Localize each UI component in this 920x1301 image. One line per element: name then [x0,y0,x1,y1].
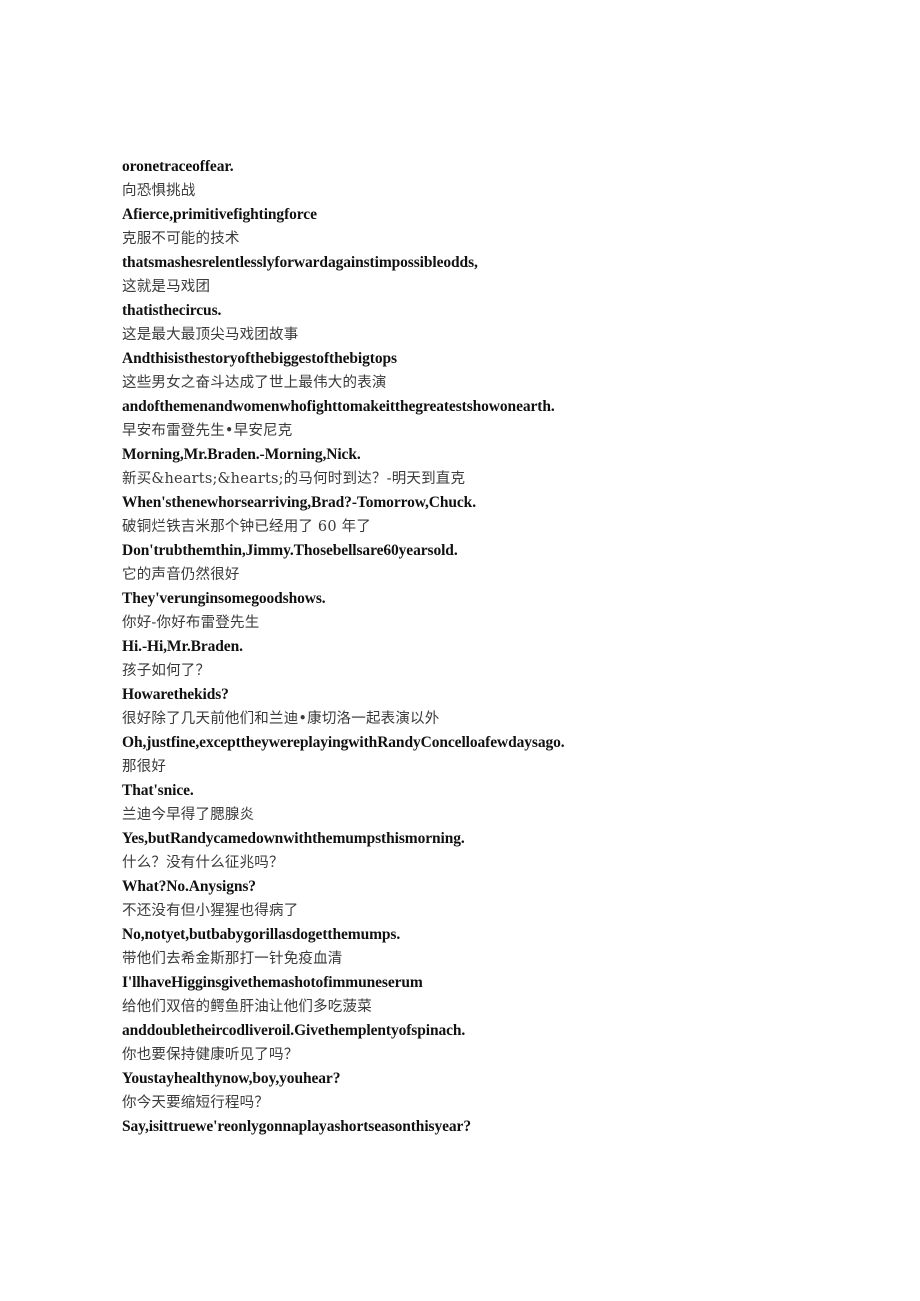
subtitle-line-chinese: 很好除了几天前他们和兰迪•康切洛一起表演以外 [122,711,440,727]
subtitle-line-english: What?No.Anysigns? [122,878,256,895]
subtitle-transcript: oronetraceoffear. 向恐惧挑战 Afierce,primitivef… [122,155,822,1139]
subtitle-line-chinese: 向恐惧挑战 [122,183,196,199]
subtitle-line-english: They'verunginsomegoodshows. [122,590,326,607]
subtitle-line-english: Howarethekids? [122,686,229,703]
subtitle-line-chinese: 克服不可能的技术 [122,231,240,247]
subtitle-line-chinese: 这就是马戏团 [122,279,211,295]
subtitle-line-chinese: 早安布雷登先生•早安尼克 [122,423,293,439]
subtitle-line-english: oronetraceoffear. [122,158,234,175]
subtitle-line-english: Afierce,primitivefightingforce [122,206,317,223]
subtitle-line-chinese: 不还没有但小猩猩也得病了 [122,903,299,919]
subtitle-line-english: Oh,justfine,excepttheywereplayingwithRan… [122,734,565,751]
subtitle-line-chinese: 这些男女之奋斗达成了世上最伟大的表演 [122,375,387,391]
subtitle-line-english: Hi.-Hi,Mr.Braden. [122,638,243,655]
subtitle-line-english: Andthisisthestoryofthebiggestofthebigtop… [122,350,397,367]
subtitle-line-chinese: 它的声音仍然很好 [122,567,240,583]
document-page: oronetraceoffear. 向恐惧挑战 Afierce,primitivef… [0,0,920,1301]
subtitle-line-chinese: 你今天要缩短行程吗？ [122,1095,269,1111]
subtitle-line-english: That'snice. [122,782,194,799]
subtitle-line-english: When'sthenewhorsearriving,Brad?-Tomorrow… [122,494,476,511]
subtitle-line-english: Morning,Mr.Braden.-Morning,Nick. [122,446,361,463]
subtitle-line-chinese: 什么？没有什么征兆吗？ [122,855,284,871]
subtitle-line-english: thatsmashesrelentlesslyforwardagainstimp… [122,254,478,271]
subtitle-line-english: Youstayhealthynow,boy,youhear? [122,1070,341,1087]
subtitle-line-chinese: 兰迪今早得了腮腺炎 [122,807,255,823]
subtitle-line-english: Don'trubthemthin,Jimmy.Thosebellsare60ye… [122,542,458,559]
subtitle-line-chinese: 你好-你好布雷登先生 [122,615,260,631]
subtitle-line-english: I'llhaveHigginsgivethemashotofimmuneseru… [122,974,423,991]
subtitle-line-english: Yes,butRandycamedownwiththemumpsthismorn… [122,830,465,847]
subtitle-line-chinese: 带他们去希金斯那打一针免疫血清 [122,951,343,967]
subtitle-line-chinese: 这是最大最顶尖马戏团故事 [122,327,299,343]
subtitle-line-chinese: 你也要保持健康听见了吗？ [122,1047,299,1063]
subtitle-line-english: thatisthecircus. [122,302,222,319]
subtitle-line-english: Say,isittruewe'reonlygonnaplayashortseas… [122,1118,471,1135]
subtitle-line-chinese: 新买&hearts;&hearts;的马何时到达？-明天到直克 [122,471,466,487]
subtitle-line-english: No,notyet,butbabygorillasdogetthemumps. [122,926,401,943]
subtitle-line-chinese: 孩子如何了？ [122,663,211,679]
subtitle-line-english: andofthemenandwomenwhofighttomakeitthegr… [122,398,555,415]
subtitle-line-english: anddoubletheircodliveroil.Givethemplenty… [122,1022,466,1039]
subtitle-line-chinese: 那很好 [122,759,167,775]
subtitle-line-chinese: 破铜烂铁吉米那个钟已经用了 60 年了 [122,519,371,535]
subtitle-line-chinese: 给他们双倍的鳄鱼肝油让他们多吃菠菜 [122,999,372,1015]
